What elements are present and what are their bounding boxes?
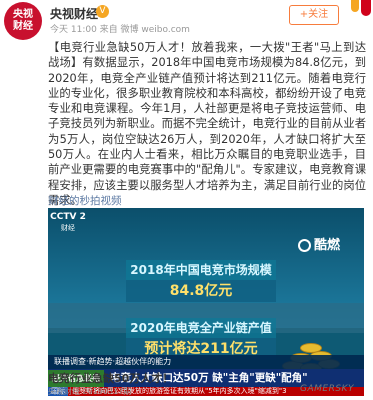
post-text: 【电竞行业急缺50万人才！放着我来，一大拨"王者"马上到达战场】有数据显示，20… [48,41,366,207]
stat-industry-value: 2020年电竞全产业链产值 预计将达211亿元 [126,318,276,360]
follow-button[interactable]: +关注 [289,5,339,25]
brand-logo: 酷燃 [298,234,356,262]
stat-market-size-label: 2018年中国电竞市场规模 [126,260,276,280]
channel-logo: CCTV 2 财经 [48,212,88,240]
post-meta: 今天 11:00 来自 微博 weibo.com [50,25,190,35]
stat-market-size-value: 84.8亿元 [126,280,276,302]
ribbon-icon [345,0,373,22]
author-name[interactable]: 央视财经 [50,5,98,22]
video-player[interactable]: CCTV 2 财经 酷燃 2018年中国电竞市场规模 84.8亿元 2020年电… [48,208,364,396]
watermark: GAMERSKY [300,384,354,394]
news-ticker: 联播调查·新趋势·超越伙伴的能力 [48,355,364,369]
avatar-text: 央视财经 [13,9,33,32]
verified-icon: V [96,5,109,18]
channel-logo-sub: 财经 [61,224,75,232]
stat-market-size: 2018年中国电竞市场规模 84.8亿元 [126,260,276,302]
brand-logo-text: 酷燃 [314,238,341,253]
video-source-link[interactable]: 财经的秒拍视频 [48,193,122,208]
avatar[interactable]: 央视财经 [4,2,42,40]
brand-logo-icon [298,239,311,252]
post-header: 央视财经 央视财经 V 今天 11:00 来自 微博 weibo.com +关注 [0,0,373,40]
stat-industry-value-label: 2020年电竞全产业链产值 [126,318,276,338]
video-subtitle: 央视财经 20190317期 [48,387,132,396]
channel-logo-text: CCTV 2 [50,212,86,222]
post-body: 【电竞行业急缺50万人才！放着我来，一大拨"王者"马上到达战场】有数据显示，20… [48,40,366,208]
video-title[interactable]: 电竞行业急缺50万人才！ [48,370,173,386]
